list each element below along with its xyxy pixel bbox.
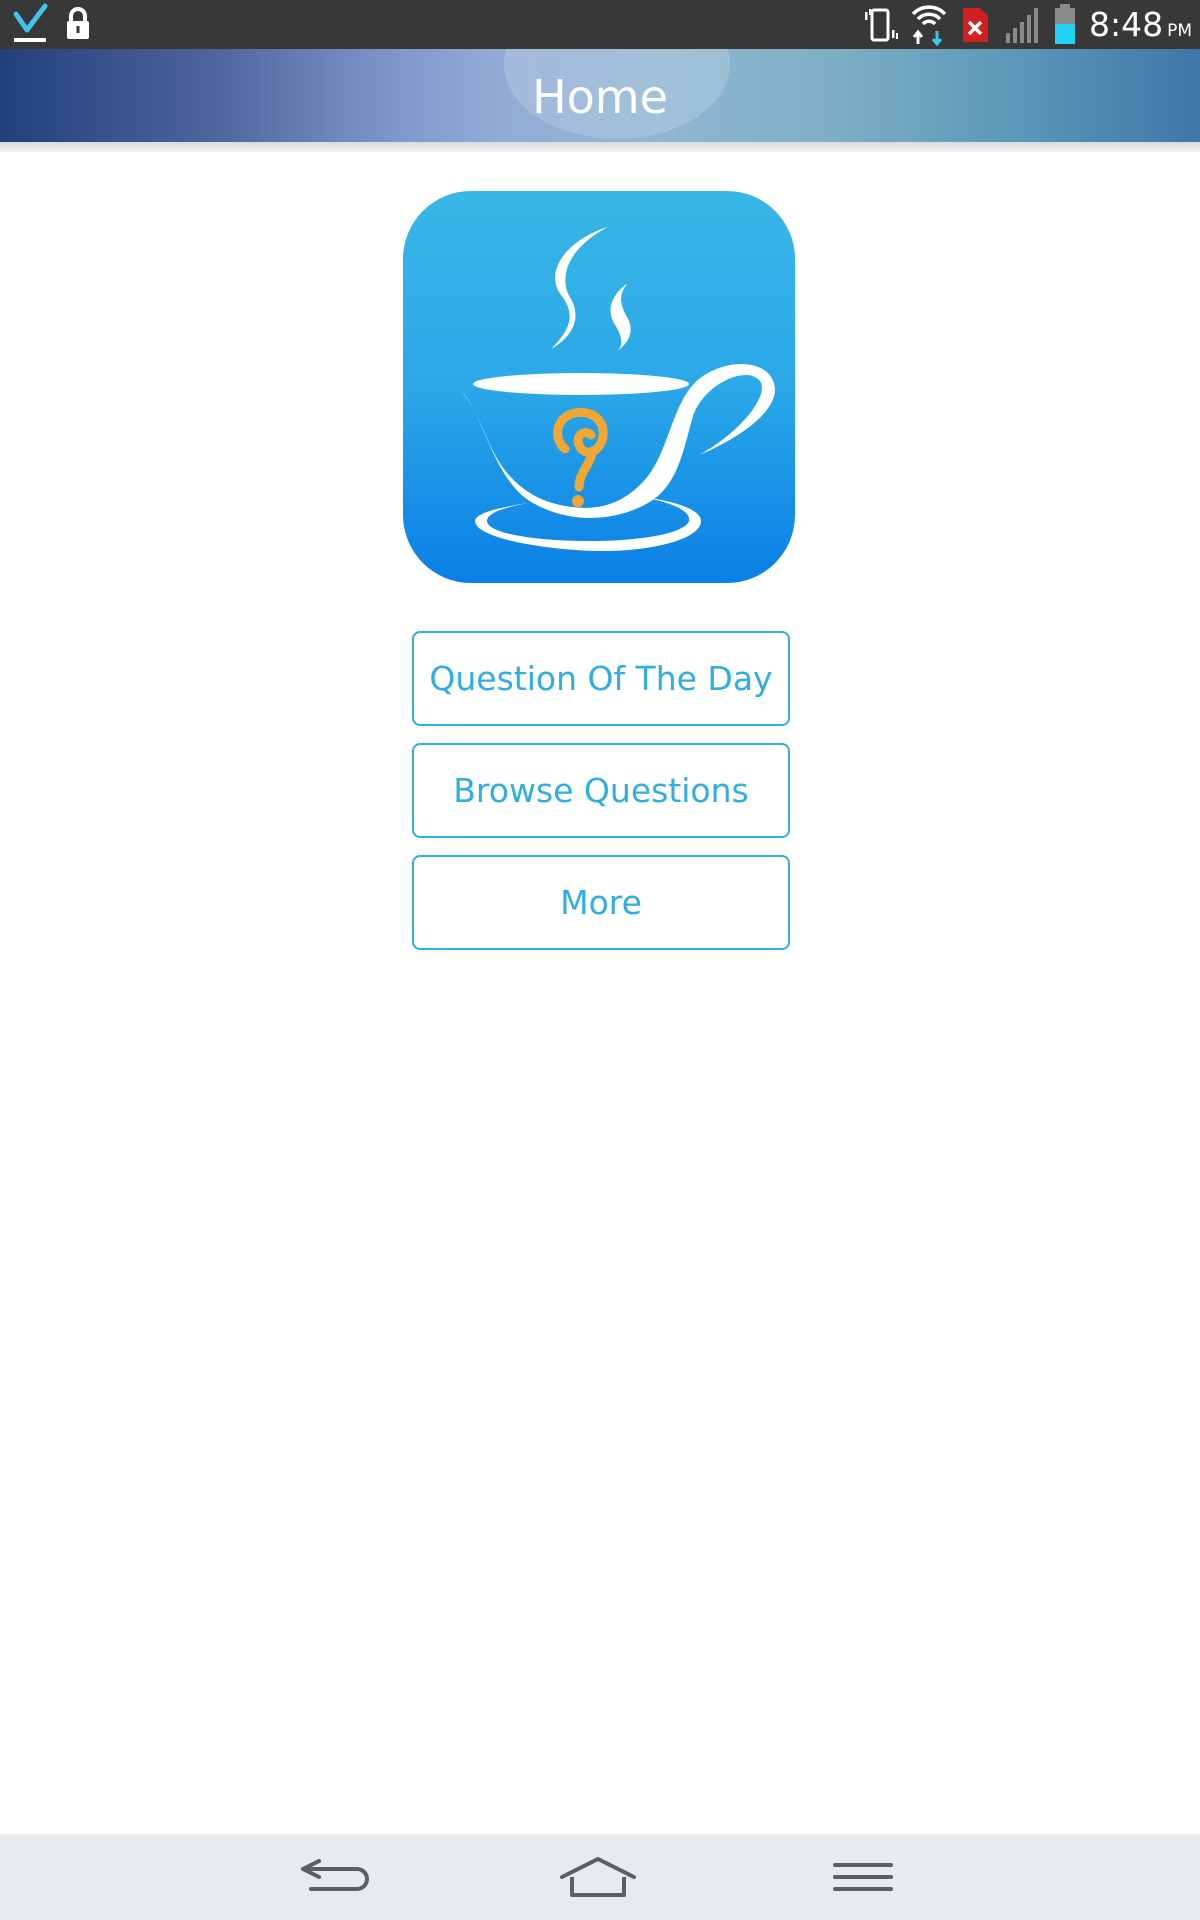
coffee-cup-question-icon xyxy=(403,191,795,583)
wifi-icon xyxy=(910,0,948,49)
lock-icon xyxy=(64,0,92,49)
browse-questions-button[interactable]: Browse Questions xyxy=(412,743,790,838)
status-ampm: PM xyxy=(1167,21,1193,41)
header-bar: Home xyxy=(0,49,1200,142)
question-of-the-day-button[interactable]: Question Of The Day xyxy=(412,631,790,726)
header-divider xyxy=(0,142,1200,152)
status-time: 8:48 PM xyxy=(1089,5,1193,44)
status-bar: 8:48 PM xyxy=(0,0,1200,49)
page-title: Home xyxy=(532,70,668,124)
sim-error-icon xyxy=(960,0,990,49)
home-icon[interactable] xyxy=(538,1834,658,1920)
back-icon[interactable] xyxy=(275,1834,395,1920)
signal-icon xyxy=(1004,0,1046,49)
navigation-bar xyxy=(0,1834,1200,1920)
battery-icon xyxy=(1052,0,1078,49)
vibrate-icon xyxy=(862,0,900,49)
menu-icon[interactable] xyxy=(803,1834,923,1920)
more-button[interactable]: More xyxy=(412,855,790,950)
download-check-icon xyxy=(12,0,50,49)
